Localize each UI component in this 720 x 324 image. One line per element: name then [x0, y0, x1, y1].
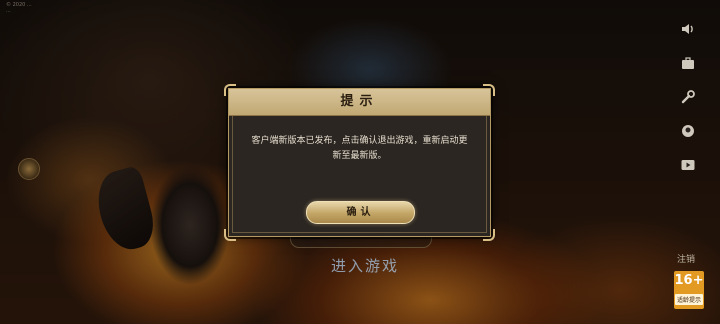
game-background: © 2020 ... ... 进入游戏 注销 16+ 适龄提示 提示 客户端新版… — [0, 0, 720, 324]
right-toolbar — [677, 18, 701, 188]
wrench-icon[interactable] — [677, 86, 699, 108]
dialog-message: 客户端新版本已发布，点击确认退出游戏，重新启动更新至最新版。 — [251, 136, 468, 161]
dialog-corner-ornament — [483, 229, 495, 241]
age-rating-badge: 16+ 适龄提示 — [674, 271, 704, 309]
copyright-text: © 2020 ... ... — [6, 2, 226, 14]
confirm-button[interactable]: 确认 — [306, 201, 415, 224]
location-icon[interactable] — [677, 120, 699, 142]
copyright-line: ... — [6, 8, 11, 14]
dialog-title: 提示 — [340, 94, 379, 109]
age-rating-number: 16+ — [674, 273, 704, 288]
enter-game-button[interactable]: 进入游戏 — [300, 255, 430, 276]
logout-button[interactable]: 注销 — [670, 252, 702, 265]
left-emblem-icon[interactable] — [18, 158, 40, 180]
briefcase-icon[interactable] — [677, 52, 699, 74]
dialog-header: 提示 — [229, 89, 490, 116]
video-icon[interactable] — [677, 154, 699, 176]
dialog-corner-ornament — [224, 229, 236, 241]
speaker-icon[interactable] — [677, 18, 699, 40]
age-rating-tip: 适龄提示 — [674, 294, 703, 305]
update-notice-dialog: 提示 客户端新版本已发布，点击确认退出游戏，重新启动更新至最新版。 确认 — [224, 84, 495, 241]
